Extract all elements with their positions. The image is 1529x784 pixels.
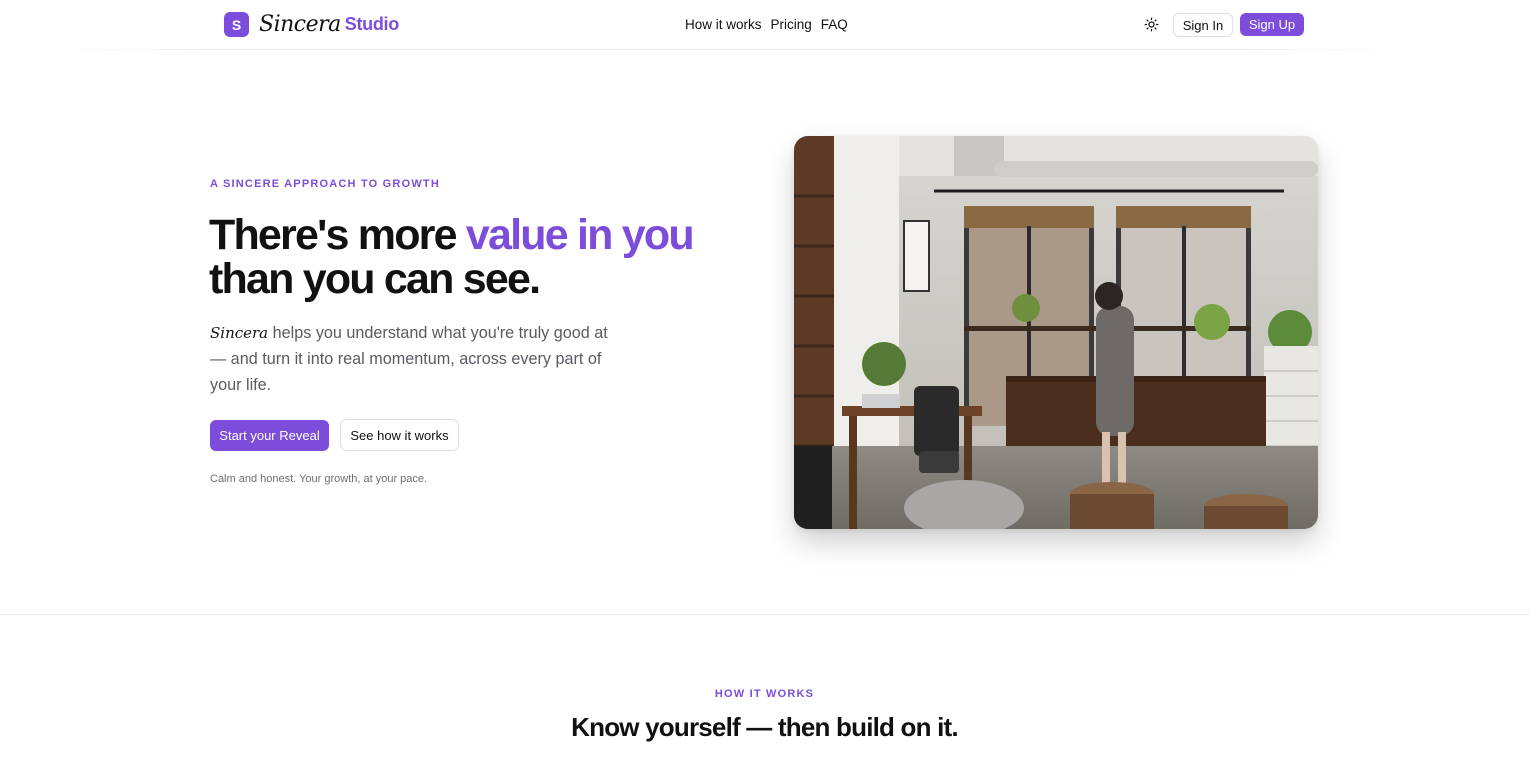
section-title: Know yourself — then build on it. — [571, 712, 959, 742]
nav-divider — [60, 49, 1389, 50]
lede-brand: Sincera — [210, 324, 269, 342]
lede-text: helps you understand what you're truly g… — [210, 324, 608, 394]
headline-start: There's more — [209, 211, 466, 259]
see-how-it-works-button[interactable]: See how it works — [340, 419, 459, 451]
nav-link-faq[interactable]: FAQ — [821, 17, 848, 32]
logo-wordmark: Sincera — [259, 12, 341, 37]
section-divider — [0, 614, 1529, 615]
logo-badge: S — [224, 12, 249, 37]
main-nav: How it works Pricing FAQ — [685, 17, 848, 32]
theme-toggle-button[interactable] — [1141, 14, 1162, 35]
hero-fineprint: Calm and honest. Your growth, at your pa… — [210, 473, 428, 485]
top-nav: S Sincera Studio How it works Pricing FA… — [0, 0, 1529, 50]
sign-in-button[interactable]: Sign In — [1173, 13, 1233, 37]
logo[interactable]: S Sincera Studio — [224, 12, 399, 37]
sun-icon — [1144, 17, 1159, 32]
hero-eyebrow: A SINCERE APPROACH TO GROWTH — [210, 178, 440, 190]
logo-studio-label: Studio — [344, 14, 399, 34]
sign-up-button[interactable]: Sign Up — [1240, 13, 1304, 36]
hero-photo — [794, 136, 1318, 529]
section-eyebrow: HOW IT WORKS — [714, 688, 815, 700]
headline-end: than you can see. — [209, 255, 541, 303]
headline-accent: value in you — [465, 211, 695, 259]
hero-headline: There's more value in you than you can se… — [209, 213, 729, 301]
nav-link-how-it-works[interactable]: How it works — [685, 17, 762, 32]
start-reveal-button[interactable]: Start your Reveal — [210, 420, 329, 451]
nav-link-pricing[interactable]: Pricing — [771, 17, 812, 32]
hero-lede: Sincera helps you understand what you're… — [210, 320, 610, 398]
